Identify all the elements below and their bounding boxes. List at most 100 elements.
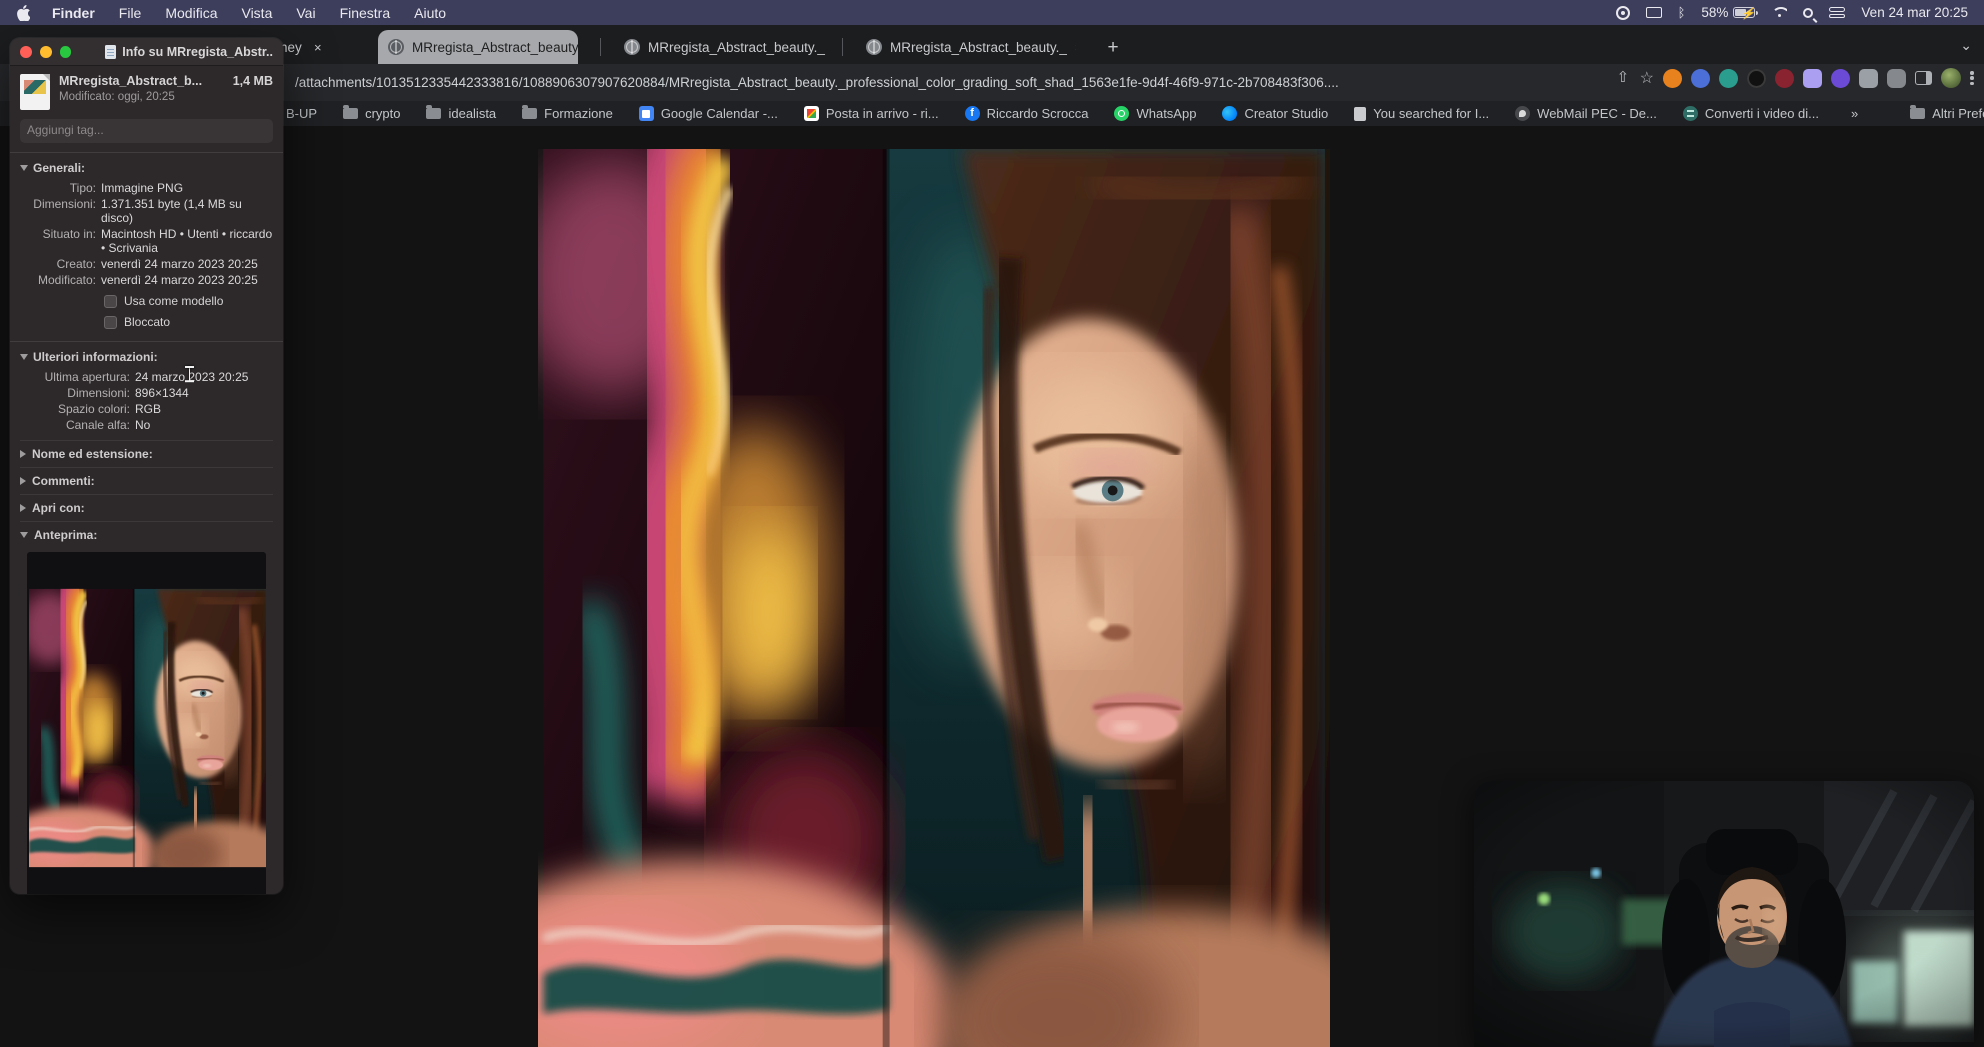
menu-item-vai[interactable]: Vai: [284, 5, 327, 21]
side-panel-icon[interactable]: [1915, 71, 1932, 85]
screen-recording-icon[interactable]: [1615, 5, 1630, 20]
tab-favicon-globe-icon: [624, 39, 640, 55]
battery-icon: ⚡: [1733, 7, 1759, 20]
menu-item-modifica[interactable]: Modifica: [153, 5, 229, 21]
section-ulteriori-informazioni[interactable]: Ulteriori informazioni:: [20, 350, 273, 364]
green-n-extension-icon[interactable]: [1719, 68, 1738, 88]
section-label: Generali:: [33, 161, 86, 175]
metamask-extension-icon[interactable]: [1663, 68, 1682, 88]
file-modified: Modificato: oggi, 20:25: [59, 91, 175, 103]
share-icon[interactable]: [1617, 68, 1631, 86]
zoom-button[interactable]: [59, 45, 72, 58]
wifi-icon[interactable]: [1771, 7, 1787, 19]
bookmark-facebook[interactable]: Riccardo Scrocca: [964, 106, 1088, 121]
mm-extension-icon[interactable]: [1859, 68, 1878, 88]
whatsapp-icon: [1114, 106, 1130, 121]
bookmark-google-calendar[interactable]: Google Calendar -...: [638, 106, 778, 121]
bookmark-folder-idealista[interactable]: idealista: [426, 105, 496, 121]
battery-status[interactable]: 58% ⚡: [1701, 5, 1759, 20]
row-label: Modificato:: [37, 273, 96, 287]
folder-icon: [1910, 105, 1926, 119]
bookmark-you-searched[interactable]: You searched for I...: [1354, 106, 1489, 121]
tab-favicon-globe-icon: [388, 39, 404, 55]
checkbox-icon[interactable]: [104, 315, 117, 329]
add-tags-field[interactable]: Aggiungi tag...: [20, 119, 273, 143]
browser-menu-icon[interactable]: [1970, 69, 1974, 87]
bookmark-label: Google Calendar -...: [660, 106, 778, 121]
bookmark-creator-studio[interactable]: Creator Studio: [1222, 106, 1328, 121]
checkbox-bloccato[interactable]: Bloccato: [104, 315, 273, 329]
profile-avatar[interactable]: [1941, 68, 1961, 88]
tab-3[interactable]: MRregista_Abstract_beauty._: [614, 30, 830, 64]
bookmarks-overflow-icon[interactable]: [1851, 106, 1858, 121]
menu-item-aiuto[interactable]: Aiuto: [402, 5, 458, 21]
menu-item-finestra[interactable]: Finestra: [328, 5, 403, 21]
bookmark-label: Altri Preferiti: [1932, 106, 1984, 121]
section-anteprima[interactable]: Anteprima:: [20, 521, 273, 548]
bookmark-bup[interactable]: B-UP: [286, 106, 317, 121]
black-circle-extension-icon[interactable]: [1747, 68, 1766, 88]
close-button[interactable]: [20, 45, 32, 58]
key-extension-icon[interactable]: [1775, 68, 1794, 88]
tab-search-chevron-icon[interactable]: [1960, 37, 1972, 54]
extensions-puzzle-icon[interactable]: [1887, 68, 1906, 88]
file-size: 1,4 MB: [232, 74, 273, 88]
menu-bar-clock[interactable]: Ven 24 mar 20:25: [1861, 5, 1968, 20]
apple-menu-icon[interactable]: [16, 4, 30, 21]
section-label: Commenti:: [32, 474, 95, 488]
other-bookmarks-folder[interactable]: Altri Preferiti: [1910, 105, 1984, 121]
checkbox-icon[interactable]: [104, 294, 117, 308]
menu-item-finder[interactable]: Finder: [40, 5, 107, 21]
row-label: Ultima apertura:: [44, 370, 130, 384]
battery-percent-label: 58%: [1701, 5, 1729, 20]
section-generali[interactable]: Generali:: [20, 161, 273, 175]
bookmark-converti-video[interactable]: Converti i video di...: [1682, 106, 1820, 121]
folder-icon: [522, 105, 538, 119]
bookmark-label: You searched for I...: [1373, 106, 1490, 121]
window-title: Info su MRregista_Abstr...: [122, 44, 273, 59]
png-file-icon: [20, 74, 50, 110]
control-center-icon[interactable]: [1829, 7, 1846, 18]
row-label: Tipo:: [69, 181, 96, 195]
purple-extension-icon[interactable]: [1831, 68, 1850, 88]
bookmark-label: Posta in arrivo - ri...: [825, 106, 939, 121]
row-value: No: [135, 418, 151, 432]
row-value: venerdì 24 marzo 2023 20:25: [101, 257, 258, 271]
section-label: Ulteriori informazioni:: [33, 350, 158, 364]
blue-wallet-extension-icon[interactable]: [1691, 68, 1710, 88]
spotlight-icon[interactable]: [1803, 7, 1814, 18]
folder-icon: [343, 105, 359, 119]
menu-item-vista[interactable]: Vista: [229, 5, 284, 21]
phantom-extension-icon[interactable]: [1803, 68, 1822, 88]
row-value: Macintosh HD • Utenti • riccardo • Scriv…: [101, 227, 273, 255]
new-tab-button[interactable]: [1100, 35, 1126, 61]
menu-item-file[interactable]: File: [107, 5, 154, 21]
section-nome-ed-estensione[interactable]: Nome ed estensione:: [20, 440, 273, 467]
bookmark-whatsapp[interactable]: WhatsApp: [1114, 106, 1196, 121]
bluetooth-icon[interactable]: ᛒ: [1678, 5, 1686, 20]
tab-4[interactable]: MRregista_Abstract_beauty._: [856, 30, 1076, 64]
bookmark-webmail-pec[interactable]: WebMail PEC - De...: [1515, 106, 1657, 121]
display-icon[interactable]: [1645, 7, 1662, 18]
tab-label: MRregista_Abstract_beauty._: [412, 39, 578, 55]
tab-close-icon[interactable]: [310, 39, 326, 55]
checkbox-usa-come-modello[interactable]: Usa come modello: [104, 294, 273, 308]
webcam-overlay: [1474, 781, 1974, 1047]
url-address-bar[interactable]: /attachments/1013512335442333816/1088906…: [295, 71, 1535, 95]
row-label: Dimensioni:: [33, 197, 96, 211]
section-commenti[interactable]: Commenti:: [20, 467, 273, 494]
minimize-button[interactable]: [39, 45, 52, 58]
gmail-icon: [803, 106, 819, 121]
folder-icon: [426, 105, 442, 119]
bookmark-gmail-inbox[interactable]: Posta in arrivo - ri...: [803, 106, 939, 121]
bookmark-star-icon[interactable]: [1640, 68, 1654, 88]
bookmark-folder-crypto[interactable]: crypto: [343, 105, 400, 121]
section-apri-con[interactable]: Apri con:: [20, 494, 273, 521]
info-window-titlebar[interactable]: Info su MRregista_Abstr...: [10, 38, 283, 66]
webmail-icon: [1515, 106, 1531, 121]
tab-separator: [600, 38, 601, 56]
bookmark-folder-formazione[interactable]: Formazione: [522, 105, 613, 121]
tab-active[interactable]: MRregista_Abstract_beauty._: [378, 30, 578, 64]
tab-close-icon[interactable]: [1075, 39, 1076, 55]
bookmark-label: Converti i video di...: [1704, 106, 1820, 121]
